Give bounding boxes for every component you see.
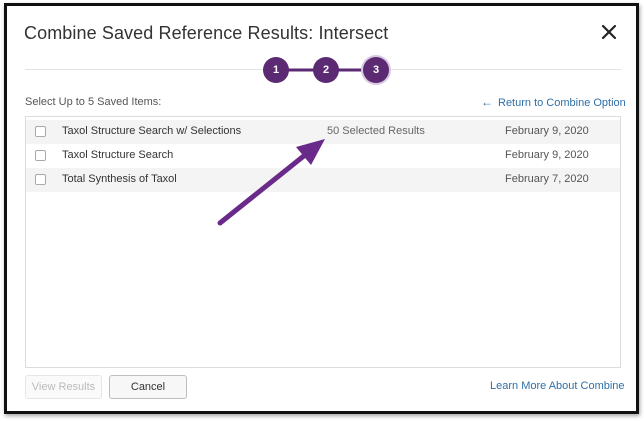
step-3-label: 3 bbox=[372, 64, 380, 76]
combine-dialog: Combine Saved Reference Results: Interse… bbox=[7, 6, 636, 411]
item-count: 50 Selected Results bbox=[327, 125, 425, 137]
item-checkbox[interactable] bbox=[35, 126, 46, 137]
item-name: Taxol Structure Search bbox=[62, 149, 174, 161]
view-results-button[interactable]: View Results bbox=[25, 375, 102, 399]
step-1-label: 1 bbox=[272, 64, 280, 76]
item-checkbox[interactable] bbox=[35, 150, 46, 161]
return-link-text: Return to Combine Option bbox=[498, 97, 626, 109]
learn-more-link[interactable]: Learn More About Combine bbox=[490, 380, 625, 392]
dialog-title: Combine Saved Reference Results: Interse… bbox=[24, 23, 389, 43]
item-date: February 9, 2020 bbox=[505, 125, 589, 137]
close-icon[interactable] bbox=[599, 22, 619, 42]
annotation-arrow-icon bbox=[212, 131, 332, 231]
screenshot-frame: Combine Saved Reference Results: Interse… bbox=[4, 3, 639, 414]
select-items-label: Select Up to 5 Saved Items: bbox=[25, 96, 162, 108]
item-date: February 9, 2020 bbox=[505, 149, 589, 161]
item-checkbox[interactable] bbox=[35, 174, 46, 185]
stepper: 1 2 3 bbox=[252, 55, 392, 85]
arrow-left-icon: ← bbox=[481, 95, 493, 109]
item-name: Total Synthesis of Taxol bbox=[62, 173, 177, 185]
step-2-label: 2 bbox=[322, 64, 330, 76]
item-date: February 7, 2020 bbox=[505, 173, 589, 185]
cancel-button[interactable]: Cancel bbox=[109, 375, 187, 399]
return-to-combine-link[interactable]: ← Return to Combine Option bbox=[481, 95, 626, 109]
